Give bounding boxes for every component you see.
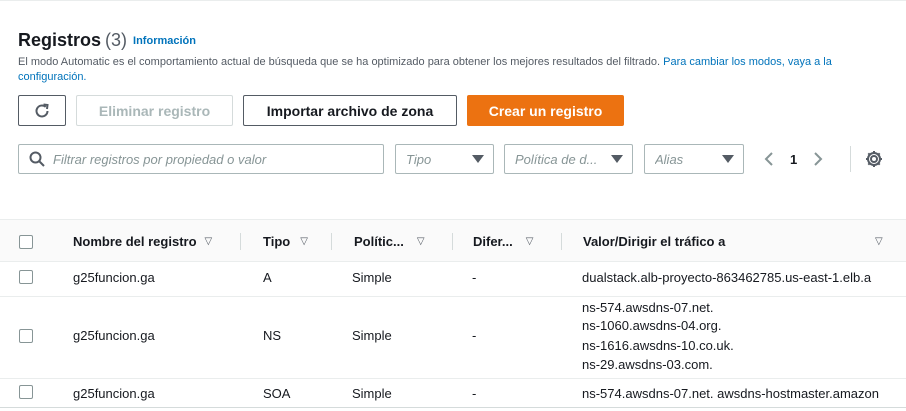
record-value-line: ns-574.awsdns-07.net. awsdns-hostmaster.… <box>582 386 879 401</box>
record-policy: Simple <box>352 328 392 343</box>
column-header-value[interactable]: Valor/Dirigir el tráfico a <box>583 220 725 263</box>
column-type-label: Tipo <box>263 234 291 249</box>
record-diff: - <box>472 328 477 343</box>
delete-record-button[interactable]: Eliminar registro <box>76 95 233 126</box>
previous-page-button[interactable] <box>760 146 778 172</box>
type-filter-select[interactable]: Tipo <box>395 144 494 174</box>
caret-down-icon <box>611 155 623 163</box>
chevron-right-icon <box>814 152 823 166</box>
column-separator <box>240 233 241 250</box>
description-text: El modo Automatic es el comportamiento a… <box>18 56 661 68</box>
record-value-line: ns-1060.awsdns-04.org. <box>582 318 722 333</box>
table-header: Nombre del registro ▽ Tipo ▽ Polític... ▽ D… <box>0 219 906 262</box>
policy-filter-placeholder: Política de d... <box>515 151 598 167</box>
column-separator <box>561 233 562 250</box>
record-value-line: dualstack.alb-proyecto-863462785.us-east… <box>582 270 872 285</box>
policy-filter-select[interactable]: Política de d... <box>504 144 633 174</box>
horizontal-scrollbar[interactable] <box>0 407 906 408</box>
select-all-checkbox[interactable] <box>19 235 33 249</box>
table-row[interactable]: g25funcion.ga A Simple - dualstack.alb-p… <box>0 262 906 297</box>
record-policy: Simple <box>352 386 392 401</box>
record-diff: - <box>472 386 477 401</box>
column-header-policy[interactable]: Polític... ▽ <box>354 220 425 263</box>
alias-filter-placeholder: Alias <box>655 151 684 167</box>
sort-icon[interactable]: ▽ <box>526 236 534 247</box>
record-name: g25funcion.ga <box>73 328 155 343</box>
info-link[interactable]: Información <box>133 35 196 47</box>
column-header-name[interactable]: Nombre del registro ▽ <box>73 220 212 263</box>
page-title: Registros <box>18 30 102 50</box>
record-type: SOA <box>263 386 291 401</box>
record-policy: Simple <box>352 270 392 285</box>
record-value-line: ns-29.awsdns-03.com. <box>582 357 713 372</box>
column-header-type[interactable]: Tipo ▽ <box>263 220 308 263</box>
record-diff: - <box>472 270 477 285</box>
toolbar-divider <box>850 146 851 172</box>
row-checkbox[interactable] <box>19 385 33 399</box>
table-row[interactable]: g25funcion.ga NS Simple - ns-574.awsdns-… <box>0 297 906 379</box>
record-value-line: ns-574.awsdns-07.net. <box>582 300 714 315</box>
record-type: A <box>263 270 272 285</box>
alias-filter-select[interactable]: Alias <box>644 144 744 174</box>
search-input[interactable]: Filtrar registros por propiedad o valor <box>18 144 384 174</box>
refresh-button[interactable] <box>18 95 66 126</box>
column-value-label: Valor/Dirigir el tráfico a <box>583 234 726 249</box>
sort-icon[interactable]: ▽ <box>300 236 308 247</box>
column-name-label: Nombre del registro <box>73 234 197 249</box>
top-border <box>0 0 906 1</box>
record-value-line: ns-1616.awsdns-10.co.uk. <box>582 338 734 353</box>
current-page-number[interactable]: 1 <box>790 152 797 167</box>
column-separator <box>452 233 453 250</box>
search-mode-description: El modo Automatic es el comportamiento a… <box>18 55 888 85</box>
search-icon <box>29 151 45 167</box>
pagination: 1 <box>760 146 827 172</box>
gear-icon[interactable] <box>864 149 884 169</box>
records-header: Registros (3) Información <box>18 30 196 51</box>
search-placeholder: Filtrar registros por propiedad o valor <box>53 151 267 167</box>
next-page-button[interactable] <box>809 146 827 172</box>
column-policy-label: Polític... <box>354 234 404 249</box>
sort-icon[interactable]: ▽ <box>205 236 213 247</box>
import-zone-file-button[interactable]: Importar archivo de zona <box>243 95 457 126</box>
column-separator <box>331 233 332 250</box>
column-diff-label: Difer... <box>473 234 513 249</box>
caret-down-icon <box>722 155 734 163</box>
record-name: g25funcion.ga <box>73 270 155 285</box>
record-name: g25funcion.ga <box>73 386 155 401</box>
record-type: NS <box>263 328 282 343</box>
refresh-icon <box>35 103 49 117</box>
column-header-diff[interactable]: Difer... ▽ <box>473 220 533 263</box>
row-checkbox[interactable] <box>19 329 33 343</box>
sort-icon[interactable]: ▽ <box>875 220 883 263</box>
record-count: (3) <box>105 30 128 50</box>
caret-down-icon <box>472 155 484 163</box>
type-filter-placeholder: Tipo <box>406 151 432 167</box>
create-record-button[interactable]: Crear un registro <box>467 95 624 126</box>
sort-icon[interactable]: ▽ <box>417 236 425 247</box>
row-checkbox[interactable] <box>19 270 33 284</box>
chevron-left-icon <box>764 152 773 166</box>
table-row[interactable]: g25funcion.ga SOA Simple - ns-574.awsdns… <box>0 379 906 408</box>
